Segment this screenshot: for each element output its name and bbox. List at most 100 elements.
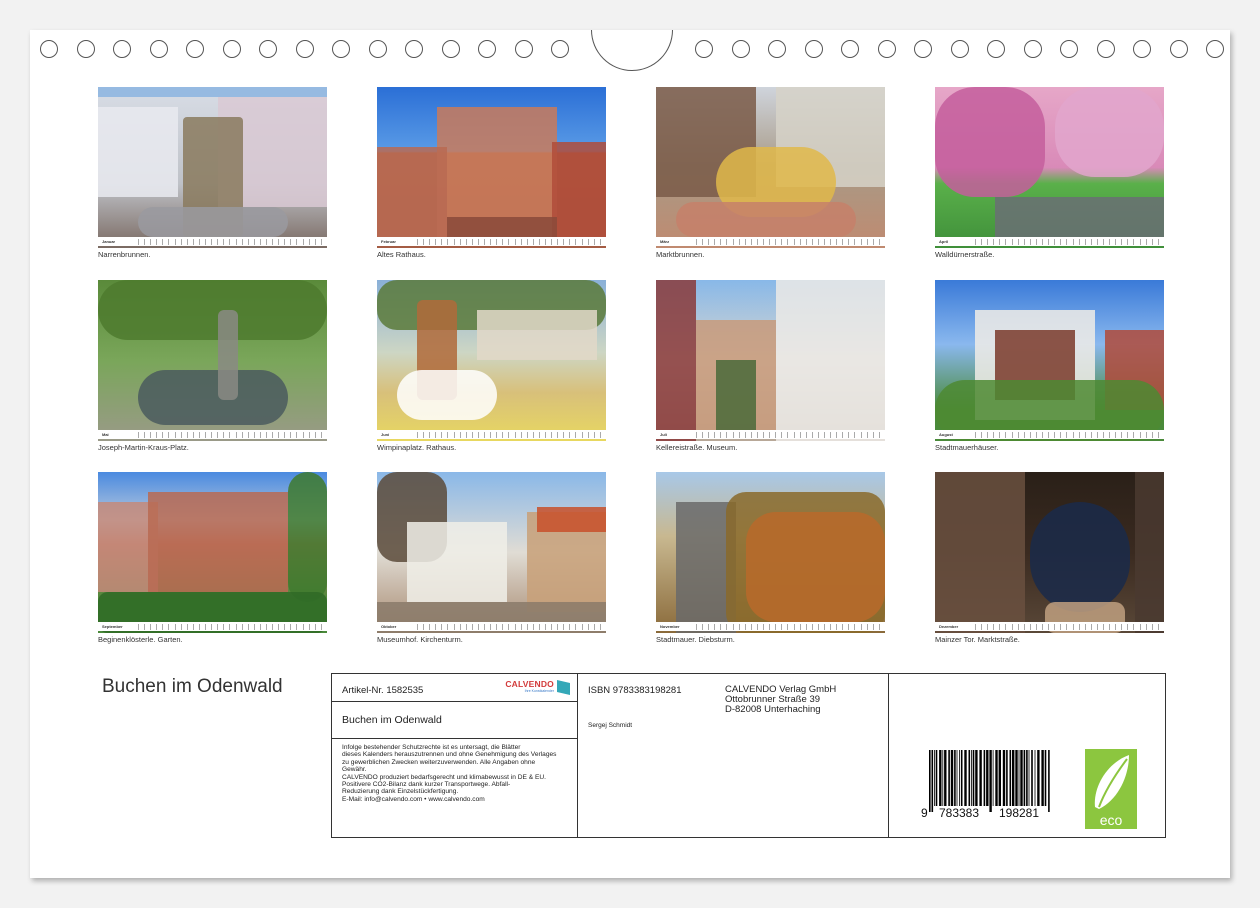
- calvendo-logo-subtitle: Ihre Kunstkalender: [524, 689, 554, 693]
- month-thumbnail: Juli Kellereistraße. Museum.: [656, 280, 885, 460]
- photo-detail: [1135, 472, 1164, 633]
- binding-ring: [950, 40, 969, 58]
- legal-line: Positivere CO2-Bilanz dank kurzer Transp…: [342, 781, 511, 789]
- barcode-bar: [939, 750, 942, 806]
- photo-detail: [138, 207, 288, 237]
- binding-ring: [731, 40, 750, 58]
- day-cells: [417, 431, 606, 438]
- binding-ring: [149, 40, 168, 58]
- day-cells: [696, 623, 885, 630]
- month-caption: Narrenbrunnen.: [98, 250, 151, 259]
- day-cell: [599, 431, 606, 438]
- month-day-strip: Oktober: [377, 622, 606, 631]
- article-number: Artikel-Nr. 1582535: [342, 685, 424, 696]
- photo-detail: [656, 280, 696, 441]
- barcode-bar: [1031, 750, 1033, 806]
- binding-ring: [1169, 40, 1188, 58]
- day-cell: [320, 623, 327, 630]
- binding-ring: [514, 40, 533, 58]
- photo-detail: [138, 370, 288, 425]
- barcode-bar: [944, 750, 947, 806]
- month-thumbnail: April Walldürnerstraße.: [935, 87, 1164, 267]
- binding-ring: [914, 40, 932, 58]
- binding-ring: [987, 40, 1005, 58]
- barcode-bar: [935, 750, 938, 806]
- divider: [332, 701, 578, 702]
- barcode-bar: [948, 750, 950, 806]
- month-thumbnail: November Stadtmauer. Diebsturm.: [656, 472, 885, 652]
- day-cell: [878, 238, 885, 245]
- month-thumbnail: Februar Altes Rathaus.: [377, 87, 606, 267]
- publisher-line: D-82008 Unterhaching: [725, 704, 821, 715]
- publisher-address: CALVENDO Verlag GmbH Ottobrunner Straße 3…: [725, 685, 836, 715]
- legal-line: Infolge bestehender Schutzrechte ist es …: [342, 744, 521, 751]
- binding-ring: [1133, 40, 1151, 58]
- legal-line: zu gewerblichen Zwecken weiterzuverwende…: [342, 758, 536, 766]
- month-day-strip: Januar: [98, 237, 327, 246]
- month-caption: Stadtmauer. Diebsturm.: [656, 635, 735, 644]
- month-name: Juli: [660, 432, 667, 437]
- day-cell: [1157, 431, 1164, 438]
- binding-ring: [1060, 40, 1078, 58]
- photo-detail: [98, 107, 178, 197]
- month-thumbnail: September Beginenklösterle. Garten.: [98, 472, 327, 652]
- barcode-bar: [1009, 750, 1012, 806]
- photo-detail: [377, 147, 447, 237]
- photo-detail: [288, 472, 327, 602]
- barcode-bar: [1015, 750, 1018, 806]
- barcode-bar: [972, 750, 975, 806]
- binding-ring: [441, 40, 460, 58]
- month-name: Juni: [381, 432, 390, 437]
- day-cell: [878, 431, 885, 438]
- legal-line: Gewähr.: [342, 766, 367, 774]
- binding-ring: [222, 40, 241, 58]
- barcode-bar: [1012, 750, 1015, 806]
- legal-line: Reduzierung dank Einzelstückfertigung.: [342, 788, 459, 796]
- month-photo: Februar: [377, 87, 606, 248]
- month-photo: Januar: [98, 87, 327, 248]
- binding-ring: [1096, 40, 1115, 58]
- month-caption: Joseph-Martin-Kraus-Platz.: [98, 443, 189, 452]
- binding-ring: [841, 40, 859, 58]
- barcode-bar: [975, 750, 978, 806]
- barcode-bar: [950, 750, 954, 806]
- barcode-bar: [1037, 750, 1040, 806]
- binding-ring: [113, 40, 131, 58]
- day-cells: [975, 238, 1164, 245]
- barcode-bar: [968, 750, 971, 806]
- month-name: November: [660, 624, 680, 629]
- month-photo: September: [98, 472, 327, 633]
- month-caption: Museumhof. Kirchenturm.: [377, 635, 463, 644]
- photo-detail: [148, 492, 288, 592]
- photo-detail: [477, 310, 597, 360]
- binding-ring: [1206, 40, 1224, 58]
- barcode-bar: [942, 750, 944, 806]
- month-name: September: [102, 624, 123, 629]
- month-thumbnail: Oktober Museumhof. Kirchenturm.: [377, 472, 606, 652]
- month-caption: Marktbrunnen.: [656, 250, 705, 259]
- month-day-strip: April: [935, 237, 1164, 246]
- author: Sergej Schmidt: [588, 722, 633, 729]
- barcode-digits: 783383: [939, 806, 979, 820]
- barcode-bar: [931, 750, 934, 812]
- month-name: Januar: [102, 239, 116, 244]
- month-name: August: [939, 432, 953, 437]
- month-thumbnail: Juni Wimpinaplatz. Rathaus.: [377, 280, 606, 460]
- day-cells: [138, 431, 327, 438]
- photo-detail: [447, 217, 557, 237]
- binding-ring: [695, 40, 713, 58]
- binding-ring: [332, 40, 350, 58]
- barcode-bar: [954, 750, 956, 806]
- eco-label: eco: [1100, 812, 1123, 828]
- photo-detail: [98, 280, 327, 340]
- photo-detail: [935, 472, 1025, 633]
- calvendo-mark-icon: [557, 680, 570, 695]
- binding-ring: [76, 40, 95, 58]
- month-day-strip: Juni: [377, 430, 606, 439]
- binding-ring: [1023, 40, 1042, 58]
- binding-ring: [804, 40, 823, 58]
- photo-detail: [218, 310, 238, 400]
- barcode-bar: [960, 750, 963, 806]
- binding-ring: [186, 40, 204, 58]
- day-cells: [975, 623, 1164, 630]
